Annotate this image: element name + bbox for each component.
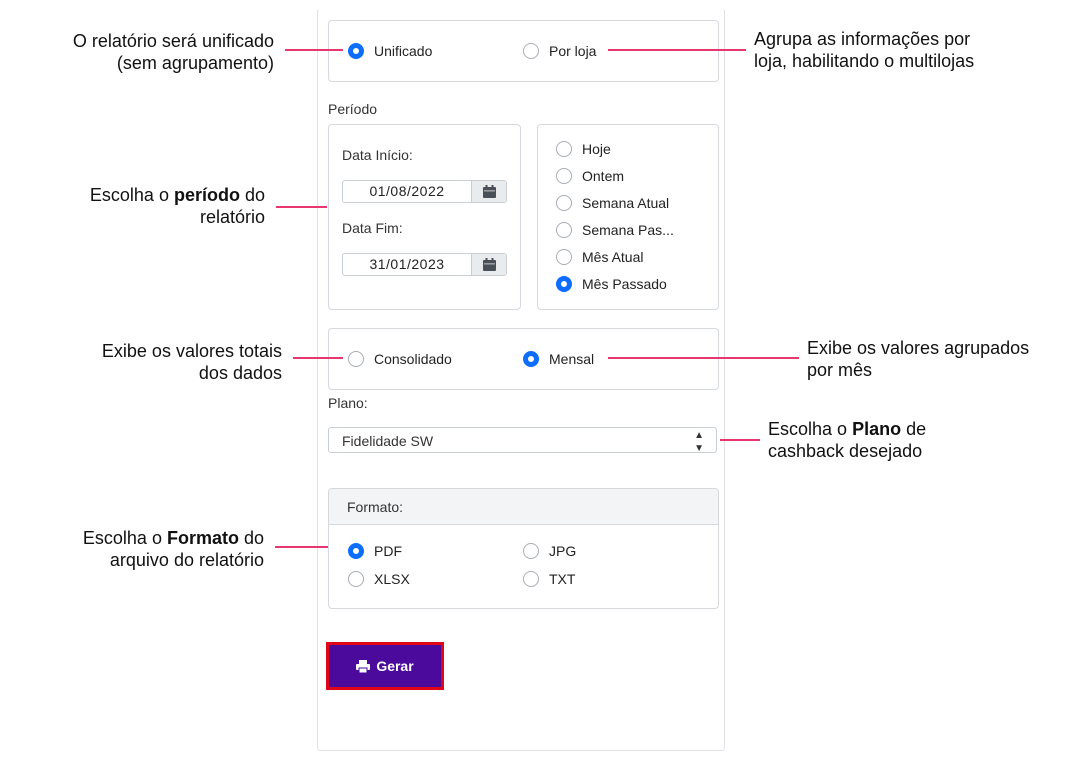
radio-consolidado-label: Consolidado xyxy=(374,351,452,367)
callout-plano: Escolha o Plano de cashback desejado xyxy=(768,419,927,461)
callout-consolidado: Exibe os valores totais dos dados xyxy=(101,341,282,383)
radio-txt[interactable]: TXT xyxy=(523,571,575,587)
data-inicio-field[interactable]: 01/08/2022 xyxy=(342,180,507,203)
radio-mes-passado[interactable]: Mês Passado xyxy=(556,276,667,292)
calendar-icon[interactable] xyxy=(471,254,506,275)
data-fim-label: Data Fim: xyxy=(342,220,403,236)
radio-xlsx-label: XLSX xyxy=(374,571,410,587)
radio-mensal-label: Mensal xyxy=(549,351,595,367)
radio-ontem[interactable]: Ontem xyxy=(556,168,624,184)
radio-indicator xyxy=(523,43,539,59)
callout-line xyxy=(285,49,343,51)
plano-label: Plano: xyxy=(328,395,368,411)
radio-semana-atual[interactable]: Semana Atual xyxy=(556,195,669,211)
radio-ontem-label: Ontem xyxy=(582,168,625,184)
radio-semana-passada[interactable]: Semana Pas... xyxy=(556,222,674,238)
callout-line xyxy=(293,357,343,359)
radio-pdf-label: PDF xyxy=(374,543,402,559)
radio-hoje[interactable]: Hoje xyxy=(556,141,611,157)
radio-indicator xyxy=(556,249,572,265)
plano-select-value: Fidelidade SW xyxy=(342,433,434,449)
print-icon xyxy=(356,659,371,673)
radio-jpg-label: JPG xyxy=(549,543,577,559)
radio-unificado-label: Unificado xyxy=(374,43,433,59)
radio-mensal[interactable]: Mensal xyxy=(523,351,594,367)
radio-indicator xyxy=(556,276,572,292)
radio-indicator xyxy=(348,543,364,559)
radio-txt-label: TXT xyxy=(549,571,576,587)
callout-line xyxy=(608,357,799,359)
data-inicio-label: Data Início: xyxy=(342,147,413,163)
radio-indicator xyxy=(348,351,364,367)
data-fim-value: 31/01/2023 xyxy=(369,256,445,272)
quick-period-box: Hoje Ontem Semana Atual Semana Pas... Mê… xyxy=(537,124,719,310)
radio-mes-atual-label: Mês Atual xyxy=(582,249,644,265)
radio-indicator xyxy=(523,571,539,587)
radio-indicator xyxy=(348,571,364,587)
radio-indicator xyxy=(556,168,572,184)
radio-indicator xyxy=(523,543,539,559)
date-range-box: Data Início: 01/08/2022 Data Fim: 31/01/… xyxy=(328,124,521,310)
callout-line xyxy=(276,206,327,208)
radio-unificado[interactable]: Unificado xyxy=(348,43,432,59)
format-box: Formato: PDF JPG XLSX TXT xyxy=(328,488,719,609)
radio-consolidado[interactable]: Consolidado xyxy=(348,351,452,367)
report-panel: Unificado Por loja Período Data Início: … xyxy=(317,10,725,751)
callout-por-loja: Agrupa as informações por loja, habilita… xyxy=(754,29,975,71)
plano-select[interactable]: Fidelidade SW ▲ ▼ xyxy=(328,427,717,454)
radio-indicator xyxy=(556,222,572,238)
callout-formato: Escolha o Formato do arquivo do relatóri… xyxy=(82,528,264,570)
gerar-button-label: Gerar xyxy=(376,658,414,674)
calendar-icon[interactable] xyxy=(471,181,506,202)
radio-indicator xyxy=(348,43,364,59)
radio-xlsx[interactable]: XLSX xyxy=(348,571,410,587)
radio-jpg[interactable]: JPG xyxy=(523,543,576,559)
data-fim-field[interactable]: 31/01/2023 xyxy=(342,253,507,276)
callout-line xyxy=(275,546,328,548)
radio-mes-passado-label: Mês Passado xyxy=(582,276,667,292)
radio-mes-atual[interactable]: Mês Atual xyxy=(556,249,643,265)
radio-indicator xyxy=(556,141,572,157)
view-box: Consolidado Mensal xyxy=(328,328,719,390)
radio-semana-passada-label: Semana Pas... xyxy=(582,222,674,238)
radio-pdf[interactable]: PDF xyxy=(348,543,402,559)
callout-unificado: O relatório será unificado (sem agrupame… xyxy=(72,31,274,73)
radio-semana-atual-label: Semana Atual xyxy=(582,195,670,211)
format-title: Formato: xyxy=(329,489,718,525)
radio-indicator xyxy=(523,351,539,367)
radio-por-loja[interactable]: Por loja xyxy=(523,43,596,59)
callout-mensal: Exibe os valores agrupados por mês xyxy=(807,338,1030,380)
data-inicio-value: 01/08/2022 xyxy=(369,183,445,199)
radio-por-loja-label: Por loja xyxy=(549,43,597,59)
radio-indicator xyxy=(556,195,572,211)
grouping-box: Unificado Por loja xyxy=(328,20,719,82)
select-arrows-icon: ▲ ▼ xyxy=(694,430,704,454)
periodo-title: Período xyxy=(328,101,378,117)
callout-line xyxy=(608,49,746,51)
callout-periodo: Escolha o período do relatório xyxy=(89,185,265,227)
callout-line xyxy=(720,439,760,441)
gerar-button[interactable]: Gerar xyxy=(326,642,444,690)
radio-hoje-label: Hoje xyxy=(582,141,611,157)
